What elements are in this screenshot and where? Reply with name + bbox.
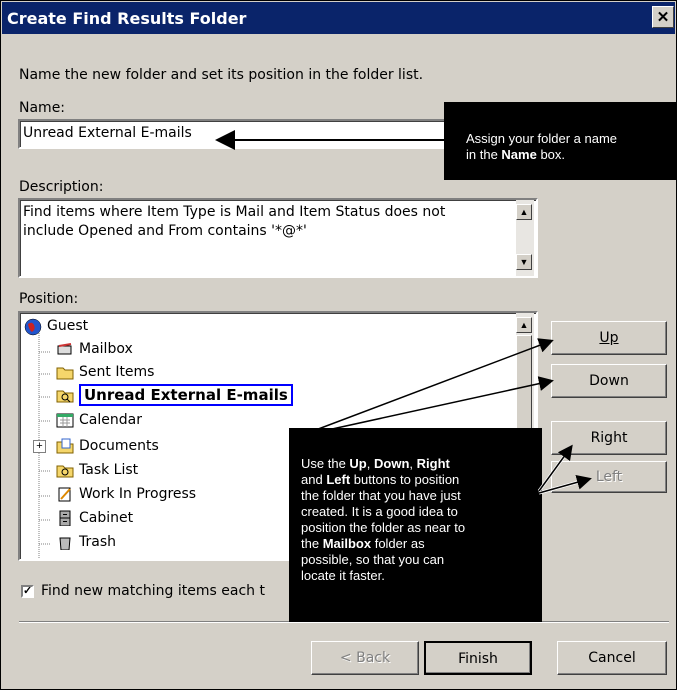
description-textarea[interactable]: Find items where Item Type is Mail and I… bbox=[18, 198, 538, 278]
finish-button[interactable]: Finish bbox=[424, 641, 532, 675]
scroll-up-arrow-icon[interactable]: ▲ bbox=[516, 204, 532, 220]
find-folder-icon bbox=[56, 387, 74, 403]
tree-item[interactable]: Cabinet bbox=[56, 507, 133, 529]
description-scrollbar[interactable]: ▲ ▼ bbox=[516, 200, 534, 276]
tree-item-label: Guest bbox=[47, 318, 89, 334]
up-button[interactable]: Up bbox=[551, 321, 667, 355]
tree-item-label: Work In Progress bbox=[79, 486, 197, 502]
description-text: Find items where Item Type is Mail and I… bbox=[23, 204, 446, 239]
back-button[interactable]: < Back bbox=[311, 641, 419, 675]
dialog-title: Create Find Results Folder bbox=[7, 9, 247, 28]
tree-item-label: Unread External E-mails bbox=[79, 384, 293, 406]
name-label: Name: bbox=[19, 100, 66, 116]
expand-plus-icon[interactable]: + bbox=[33, 440, 46, 453]
create-find-results-folder-dialog: Create Find Results Folder ✕ Name the ne… bbox=[0, 0, 677, 690]
instruction-text: Name the new folder and set its position… bbox=[19, 67, 424, 83]
documents-icon bbox=[56, 438, 74, 454]
description-label: Description: bbox=[19, 179, 104, 195]
tree-item[interactable]: Guest bbox=[24, 315, 88, 337]
cancel-button[interactable]: Cancel bbox=[557, 641, 667, 675]
tree-item-label: Cabinet bbox=[79, 510, 134, 526]
name-callout-text: Assign your folder a name in the Name bo… bbox=[466, 131, 618, 162]
tree-item[interactable]: Documents bbox=[56, 435, 159, 457]
name-callout: Assign your folder a name in the Name bo… bbox=[444, 102, 676, 180]
tree-item-label: Trash bbox=[79, 534, 116, 550]
cabinet-icon bbox=[56, 510, 74, 527]
trash-icon bbox=[56, 534, 74, 551]
tree-item[interactable]: Calendar bbox=[56, 409, 142, 431]
tree-item[interactable]: Unread External E-mails bbox=[56, 384, 293, 406]
work-in-progress-icon bbox=[56, 486, 74, 502]
tree-item-label: Calendar bbox=[79, 412, 142, 428]
title-bar[interactable]: Create Find Results Folder ✕ bbox=[2, 2, 675, 34]
scroll-down-arrow-icon[interactable]: ▼ bbox=[516, 254, 532, 270]
tree-item-label: Task List bbox=[79, 462, 139, 478]
tree-item[interactable]: Sent Items bbox=[56, 361, 154, 383]
tree-item-label: Documents bbox=[79, 438, 159, 454]
find-new-items-checkbox[interactable]: ✓ bbox=[21, 585, 34, 598]
calendar-icon bbox=[56, 412, 74, 428]
tree-lines bbox=[38, 333, 50, 558]
globe-icon bbox=[24, 318, 42, 336]
tree-item[interactable]: Mailbox bbox=[56, 338, 133, 360]
checkmark-icon: ✓ bbox=[23, 585, 33, 597]
tree-scroll-up-arrow-icon[interactable]: ▲ bbox=[516, 317, 532, 333]
folder-icon bbox=[56, 364, 74, 380]
down-button[interactable]: Down bbox=[551, 364, 667, 398]
close-icon: ✕ bbox=[656, 9, 670, 26]
name-input[interactable]: Unread External E-mails bbox=[18, 119, 470, 149]
close-button[interactable]: ✕ bbox=[652, 6, 674, 28]
tree-item[interactable]: Work In Progress bbox=[56, 483, 196, 505]
position-callout: Use the Up, Down, Right and Left buttons… bbox=[289, 428, 542, 622]
tree-item[interactable]: Trash bbox=[56, 531, 116, 553]
tree-item-label: Sent Items bbox=[79, 364, 155, 380]
position-callout-text: Use the Up, Down, Right and Left buttons… bbox=[301, 456, 466, 583]
task-list-icon bbox=[56, 462, 74, 478]
tree-item-label: Mailbox bbox=[79, 341, 133, 357]
tree-item[interactable]: Task List bbox=[56, 459, 138, 481]
name-input-value: Unread External E-mails bbox=[23, 125, 192, 141]
find-new-items-label: Find new matching items each t bbox=[41, 583, 265, 599]
left-button[interactable]: Left bbox=[551, 461, 667, 493]
right-button[interactable]: Right bbox=[551, 421, 667, 455]
mailbox-icon bbox=[56, 341, 74, 357]
position-label: Position: bbox=[19, 291, 79, 307]
